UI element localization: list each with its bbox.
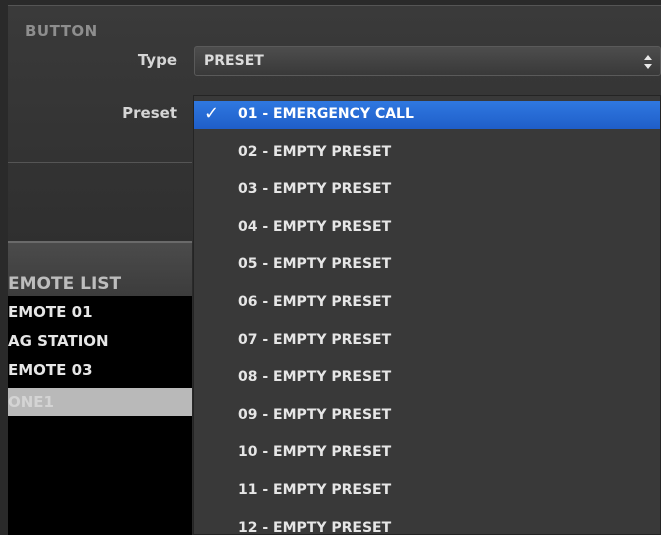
remote-list-panel: EMOTE LIST EMOTE 01 AG STATION EMOTE 03 ONE… [8, 243, 192, 535]
preset-menu-item[interactable]: 08 - EMPTY PRESET [194, 364, 660, 392]
preset-menu-item[interactable]: 10 - EMPTY PRESET [194, 439, 660, 467]
preset-menu-item-label: 12 - EMPTY PRESET [238, 519, 392, 535]
up-down-arrows-icon [642, 52, 654, 72]
preset-menu-item-label: 04 - EMPTY PRESET [238, 218, 392, 235]
preset-menu-item[interactable]: ✓ 01 - EMERGENCY CALL [194, 101, 660, 129]
preset-menu-item[interactable]: 04 - EMPTY PRESET [194, 214, 660, 242]
preset-menu-item-label: 09 - EMPTY PRESET [238, 406, 392, 423]
preset-menu-item-label: 01 - EMERGENCY CALL [238, 106, 414, 122]
preset-menu-item[interactable]: 09 - EMPTY PRESET [194, 402, 660, 430]
app-window: BUTTON Type PRESET Preset EMOTE LIST EMO… [0, 0, 661, 535]
remote-list-header: EMOTE LIST [8, 243, 192, 296]
remote-list-item[interactable]: EMOTE 03 [8, 356, 192, 384]
remote-list-item[interactable]: ONE1 [8, 388, 192, 416]
preset-menu-item[interactable]: 07 - EMPTY PRESET [194, 327, 660, 355]
checkmark-icon: ✓ [204, 103, 220, 124]
preset-label: Preset [122, 104, 177, 122]
remote-list-item[interactable]: AG STATION [8, 327, 192, 355]
remote-list: EMOTE 01 AG STATION EMOTE 03 ONE1 [8, 296, 192, 535]
preset-dropdown-menu[interactable]: ✓ 01 - EMERGENCY CALL 02 - EMPTY PRESET 03 … [193, 95, 661, 535]
remote-list-title: EMOTE LIST [8, 274, 122, 294]
preset-menu-item-label: 07 - EMPTY PRESET [238, 331, 392, 348]
divider [8, 162, 192, 163]
preset-menu-item[interactable]: 05 - EMPTY PRESET [194, 251, 660, 279]
preset-menu-item-label: 05 - EMPTY PRESET [238, 256, 392, 273]
preset-menu-item[interactable]: 12 - EMPTY PRESET [194, 515, 660, 535]
preset-menu-item-label: 08 - EMPTY PRESET [238, 369, 392, 386]
type-select-value: PRESET [204, 53, 264, 69]
preset-menu-item-label: 10 - EMPTY PRESET [238, 444, 392, 461]
preset-menu-item-label: 11 - EMPTY PRESET [238, 482, 392, 498]
preset-menu-item-label: 03 - EMPTY PRESET [238, 181, 392, 198]
type-label: Type [137, 51, 177, 69]
preset-menu-item[interactable]: 03 - EMPTY PRESET [194, 176, 660, 204]
preset-menu-item[interactable]: 06 - EMPTY PRESET [194, 289, 660, 317]
preset-menu-item[interactable]: 11 - EMPTY PRESET [194, 477, 660, 505]
preset-menu-item[interactable]: 02 - EMPTY PRESET [194, 139, 660, 167]
section-title: BUTTON [25, 22, 98, 40]
preset-menu-item-label: 02 - EMPTY PRESET [238, 143, 392, 160]
remote-list-item[interactable]: EMOTE 01 [8, 298, 192, 326]
preset-menu-item-label: 06 - EMPTY PRESET [238, 294, 392, 310]
type-select[interactable]: PRESET [194, 46, 661, 76]
